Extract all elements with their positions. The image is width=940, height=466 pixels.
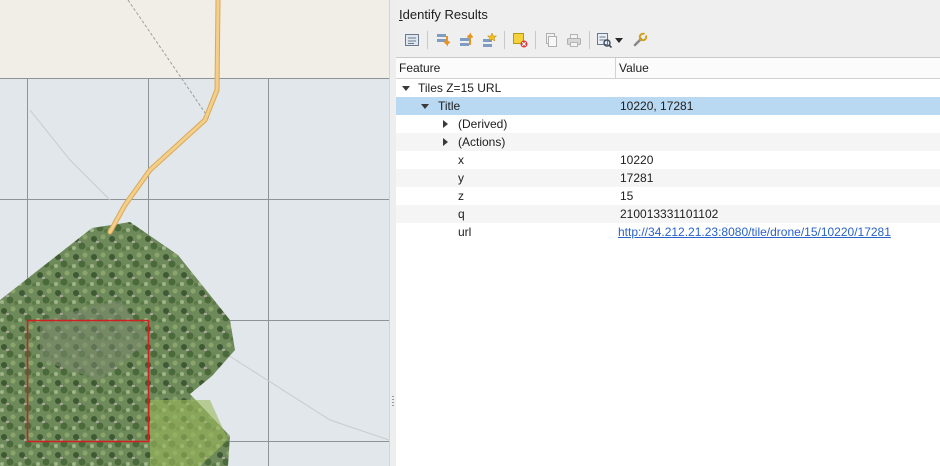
- attribute-row-url[interactable]: url http://34.212.21.23:8080/tile/drone/…: [396, 223, 940, 241]
- collapse-all-icon[interactable]: [456, 29, 476, 51]
- column-header-value[interactable]: Value: [616, 58, 940, 79]
- identify-toolbar: [402, 27, 653, 53]
- expand-all-icon[interactable]: [402, 29, 422, 51]
- attribute-value: 17281: [620, 171, 654, 185]
- tree-row-layer[interactable]: Tiles Z=15 URL: [396, 79, 940, 97]
- actions-label: (Actions): [458, 135, 506, 149]
- identify-results-tree[interactable]: Feature Value Tiles Z=15 URL Title 10220…: [396, 57, 940, 466]
- expand-new-icon[interactable]: [433, 29, 453, 51]
- copy-feature-icon[interactable]: [541, 29, 561, 51]
- attribute-row-q[interactable]: q 210013331101102: [396, 205, 940, 223]
- expand-arrow-icon[interactable]: [439, 133, 451, 151]
- dropdown-arrow-icon[interactable]: [614, 29, 624, 51]
- panel-title-text: dentify Results: [402, 7, 488, 22]
- identify-mode-icon[interactable]: [595, 29, 613, 51]
- attribute-name: z: [458, 189, 464, 203]
- attribute-name: url: [458, 225, 472, 239]
- feature-title-label: Title: [438, 99, 461, 113]
- attribute-value: 10220: [620, 153, 654, 167]
- attribute-value: 210013331101102: [620, 207, 719, 221]
- expand-tree-icon[interactable]: [479, 29, 499, 51]
- attribute-value: 15: [620, 189, 634, 203]
- attribute-name: y: [458, 171, 464, 185]
- map-canvas[interactable]: [0, 0, 389, 466]
- collapse-arrow-icon[interactable]: [419, 97, 431, 115]
- attribute-row-x[interactable]: x 10220: [396, 151, 940, 169]
- settings-wrench-icon[interactable]: [630, 29, 650, 51]
- tree-header: Feature Value: [396, 58, 940, 79]
- tree-row-derived[interactable]: (Derived): [396, 115, 940, 133]
- attribute-name: q: [458, 207, 465, 221]
- toolbar-separator: [589, 31, 590, 49]
- collapse-arrow-icon[interactable]: [400, 79, 412, 97]
- tree-row-actions[interactable]: (Actions): [396, 133, 940, 151]
- clear-highlights-icon[interactable]: [510, 29, 530, 51]
- print-icon[interactable]: [564, 29, 584, 51]
- attribute-row-z[interactable]: z 15: [396, 187, 940, 205]
- expand-arrow-icon[interactable]: [439, 115, 451, 133]
- toolbar-separator: [427, 31, 428, 49]
- panel-title: Identify Results: [399, 7, 488, 22]
- basemap-area: [0, 0, 389, 78]
- toolbar-separator: [535, 31, 536, 49]
- attribute-row-y[interactable]: y 17281: [396, 169, 940, 187]
- map-view: [0, 0, 389, 466]
- attribute-name: x: [458, 153, 464, 167]
- panel-splitter[interactable]: [389, 0, 396, 466]
- splitter-grip[interactable]: [392, 396, 394, 408]
- tree-row-feature[interactable]: Title 10220, 17281: [396, 97, 940, 115]
- toolbar-separator: [504, 31, 505, 49]
- tile-url-link[interactable]: http://34.212.21.23:8080/tile/drone/15/1…: [618, 223, 891, 241]
- derived-label: (Derived): [458, 117, 508, 131]
- feature-title-value: 10220, 17281: [620, 99, 694, 113]
- column-header-feature[interactable]: Feature: [396, 58, 616, 79]
- identify-results-panel: Identify Results Feature Value Tiles Z=1…: [396, 0, 940, 466]
- layer-name: Tiles Z=15 URL: [418, 81, 502, 95]
